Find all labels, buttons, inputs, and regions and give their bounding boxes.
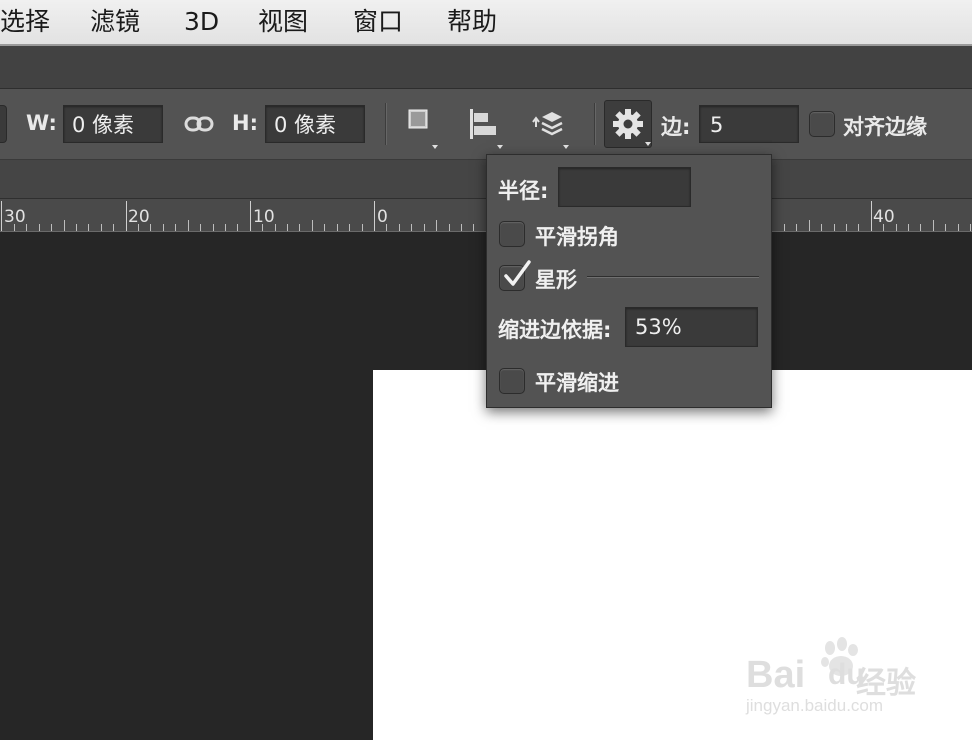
menu-select[interactable]: 选择	[0, 4, 50, 40]
ruler-tick	[399, 224, 400, 231]
ruler-tick	[225, 224, 226, 231]
ruler-tick	[920, 224, 921, 231]
height-label: H:	[232, 111, 258, 135]
ruler-tick	[933, 220, 934, 231]
ruler-tick	[871, 201, 872, 231]
ruler-tick	[150, 224, 151, 231]
ruler-tick	[821, 224, 822, 231]
link-icon[interactable]	[184, 115, 214, 133]
ruler-tick	[213, 224, 214, 231]
ruler-tick	[958, 224, 959, 231]
ruler-label: 10	[253, 207, 275, 227]
width-label: W:	[26, 111, 57, 135]
settings-gear-button[interactable]	[604, 100, 652, 148]
ruler-tick	[858, 224, 859, 231]
ruler-tick	[945, 224, 946, 231]
polygon-options-popup: 半径: 平滑拐角 星形 缩进边依据: 53% 平滑缩进	[486, 154, 772, 408]
ruler-tick	[362, 224, 363, 231]
radius-input[interactable]	[558, 167, 691, 207]
ruler-tick	[436, 220, 437, 231]
smooth-corners-checkbox[interactable]	[499, 221, 525, 247]
ruler-tick	[970, 224, 971, 231]
previous-field-edge[interactable]	[0, 105, 7, 143]
width-input[interactable]: 0 像素	[63, 105, 163, 143]
menu-help[interactable]: 帮助	[447, 4, 497, 40]
menu-window[interactable]: 窗口	[353, 4, 403, 40]
ruler-tick	[113, 224, 114, 231]
ruler-tick	[76, 224, 77, 231]
path-alignment-icon[interactable]	[468, 107, 508, 149]
ruler-tick	[908, 224, 909, 231]
ruler-tick	[386, 224, 387, 231]
ruler-tick	[374, 201, 375, 231]
ruler-tick	[461, 224, 462, 231]
ruler-tick	[834, 224, 835, 231]
ruler-tick	[188, 220, 189, 231]
ruler-tick	[101, 224, 102, 231]
ruler-tick	[14, 224, 15, 231]
section-divider	[587, 276, 759, 278]
ruler-tick	[449, 224, 450, 231]
divider	[385, 103, 387, 145]
indent-sides-label: 缩进边依据:	[498, 318, 612, 342]
ruler-tick	[126, 201, 127, 231]
ruler-tick	[88, 224, 89, 231]
ruler-tick	[896, 224, 897, 231]
ruler-tick	[809, 220, 810, 231]
ruler-tick	[200, 224, 201, 231]
align-edges-label: 对齐边缘	[843, 115, 927, 139]
ruler-tick	[64, 220, 65, 231]
ruler-tick	[237, 224, 238, 231]
ruler-tick	[175, 224, 176, 231]
ruler-tick	[39, 224, 40, 231]
align-edges-checkbox[interactable]	[809, 111, 835, 137]
star-label: 星形	[535, 268, 577, 292]
radius-label: 半径:	[498, 179, 549, 203]
ruler-tick	[784, 224, 785, 231]
baidu-jingyan-watermark: Bai du 经验 jingyan.baidu.com	[746, 636, 926, 720]
ruler-tick	[287, 224, 288, 231]
path-operations-icon[interactable]	[406, 107, 442, 149]
menu-view[interactable]: 视图	[258, 4, 308, 40]
ruler-tick	[846, 224, 847, 231]
ruler-tick	[1, 201, 2, 231]
ruler-tick	[138, 224, 139, 231]
watermark-brand: Bai	[746, 654, 806, 696]
application-title-strip	[0, 46, 972, 89]
ruler-tick	[411, 224, 412, 231]
ruler-tick	[250, 201, 251, 231]
menu-bar: 选择 滤镜 3D 视图 窗口 帮助	[0, 0, 972, 46]
sides-input[interactable]: 5	[699, 105, 799, 143]
sides-label: 边:	[661, 115, 691, 139]
ruler-tick	[424, 224, 425, 231]
ruler-tick	[883, 224, 884, 231]
ruler-tick	[275, 224, 276, 231]
options-bar: W: 0 像素 H: 0 像素 边: 5 对齐边缘	[0, 89, 972, 160]
ruler-tick	[26, 224, 27, 231]
smooth-corners-label: 平滑拐角	[535, 225, 619, 249]
ruler-tick	[299, 224, 300, 231]
path-arrangement-icon[interactable]	[530, 105, 574, 149]
ruler-tick	[349, 224, 350, 231]
ruler-tick	[796, 224, 797, 231]
ruler-tick	[51, 224, 52, 231]
smooth-indents-checkbox[interactable]	[499, 368, 525, 394]
ruler-tick	[337, 224, 338, 231]
menu-filter[interactable]: 滤镜	[90, 4, 140, 40]
watermark-url: jingyan.baidu.com	[746, 696, 884, 715]
divider	[594, 103, 596, 145]
ruler-tick	[312, 220, 313, 231]
ruler-tick	[163, 224, 164, 231]
star-checkbox[interactable]	[499, 260, 531, 291]
smooth-indents-label: 平滑缩进	[535, 371, 619, 395]
ruler-tick	[262, 224, 263, 231]
checkmark-icon	[504, 260, 531, 286]
indent-sides-input[interactable]: 53%	[625, 307, 758, 347]
ruler-tick	[324, 224, 325, 231]
gear-icon	[613, 109, 651, 146]
ruler-tick	[473, 224, 474, 231]
height-input[interactable]: 0 像素	[265, 105, 365, 143]
menu-3d[interactable]: 3D	[184, 4, 219, 40]
